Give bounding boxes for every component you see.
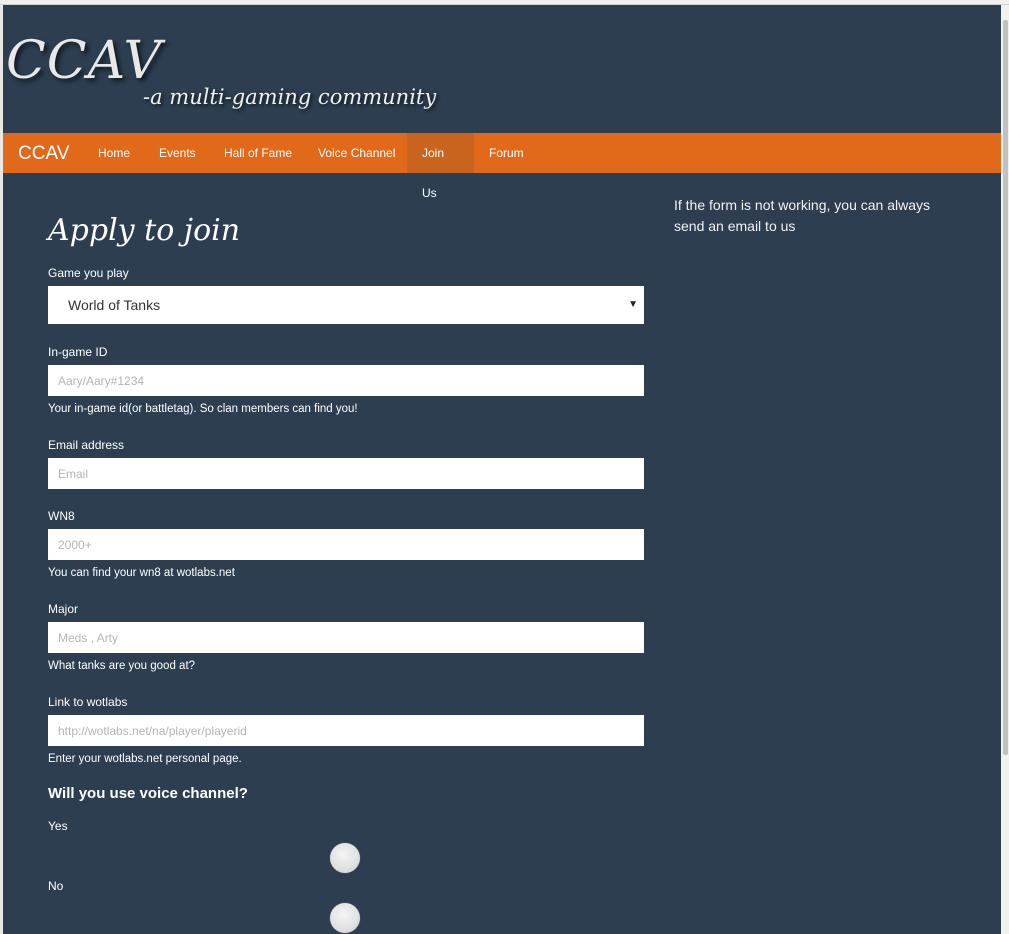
nav-item-home[interactable]: Home (83, 133, 145, 173)
nav-item-hall-of-fame[interactable]: Hall of Fame (209, 133, 307, 173)
game-select[interactable]: World of Tanks ▼ (48, 286, 644, 324)
caret-down-icon: ▼ (628, 299, 638, 310)
site-logo-subtitle: -a multi-gaming community (143, 85, 437, 109)
game-label: Game you play (48, 266, 129, 280)
major-label: Major (48, 602, 79, 616)
voice-yes-radio[interactable] (330, 843, 360, 873)
form-fallback-note: If the form is not working, you can alwa… (674, 197, 930, 234)
voice-question: Will you use voice channel? (48, 785, 248, 802)
ingame-id-input[interactable] (48, 365, 644, 396)
nav-item-join-us[interactable]: Join Us (407, 133, 474, 200)
ingame-id-help: Your in-game id(or battletag). So clan m… (48, 403, 358, 415)
page-body: CCAV -a multi-gaming community CCAV Home… (3, 5, 1001, 934)
nav-item-events[interactable]: Events (144, 133, 211, 173)
navbar: CCAV Home Events Hall of Fame Voice Chan… (3, 133, 1001, 200)
wotlabs-help: Enter your wotlabs.net personal page. (48, 753, 242, 765)
scrollbar-thumb[interactable] (1003, 20, 1008, 755)
major-input[interactable] (48, 622, 644, 653)
voice-no-label: No (48, 879, 64, 893)
major-help: What tanks are you good at? (48, 660, 196, 672)
game-select-value: World of Tanks (68, 297, 161, 313)
wn8-input[interactable] (48, 529, 644, 560)
site-logo-title: CCAV (6, 31, 163, 91)
voice-no-radio[interactable] (330, 903, 360, 933)
wotlabs-label: Link to wotlabs (48, 695, 128, 709)
page-title: Apply to join (48, 213, 241, 248)
wotlabs-input[interactable] (48, 715, 644, 746)
ingame-id-label: In-game ID (48, 345, 108, 359)
wn8-help: You can find your wn8 at wotlabs.net (48, 567, 235, 579)
email-input[interactable] (48, 458, 644, 489)
navbar-brand[interactable]: CCAV (18, 133, 69, 173)
email-label: Email address (48, 438, 125, 452)
voice-yes-label: Yes (48, 819, 68, 833)
nav-item-voice-channel[interactable]: Voice Channel (303, 133, 410, 173)
nav-item-forum[interactable]: Forum (474, 133, 539, 173)
wn8-label: WN8 (48, 509, 75, 523)
